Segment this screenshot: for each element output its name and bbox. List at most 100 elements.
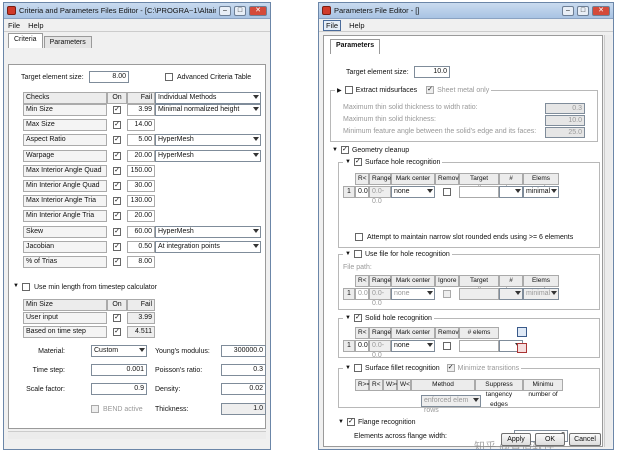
advanced-criteria-checkbox[interactable] <box>165 73 173 81</box>
mid-param-input[interactable]: 25.0 <box>545 127 585 138</box>
check-fail-input[interactable]: 20.00 <box>127 210 155 223</box>
target-size-input[interactable]: 8.00 <box>89 71 129 83</box>
maximize-button[interactable]: □ <box>234 5 246 16</box>
surface-hole-checkbox[interactable]: ✓ <box>353 158 362 166</box>
check-on-checkbox[interactable]: ✓ <box>113 106 121 114</box>
density-input[interactable]: 0.02 <box>221 383 266 395</box>
timestep-checkbox[interactable] <box>22 283 30 291</box>
check-method-select[interactable]: HyperMesh <box>155 134 261 147</box>
check-method-select[interactable]: Minimal normalized height <box>155 104 261 116</box>
check-fail-input[interactable]: 20.00 <box>127 149 155 162</box>
geometry-cleanup-checkbox[interactable]: ✓ <box>340 146 349 154</box>
check-on-checkbox[interactable]: ✓ <box>113 136 121 145</box>
ts-on-checkbox[interactable]: ✓ <box>113 328 121 336</box>
check-on-checkbox[interactable]: ✓ <box>113 121 121 130</box>
close-button[interactable]: ✕ <box>249 5 267 16</box>
youngs-input[interactable]: 300000.0 <box>221 345 266 357</box>
radius-input[interactable]: 0.0 <box>355 186 369 198</box>
ts-on-checkbox[interactable]: ✓ <box>113 314 121 322</box>
target-radius-input[interactable] <box>459 340 499 352</box>
minimize-button[interactable]: – <box>219 5 231 16</box>
remove-checkbox[interactable] <box>443 342 451 350</box>
check-fail-input[interactable]: 150.00 <box>127 164 155 177</box>
poisson-input[interactable]: 0.3 <box>221 364 266 376</box>
maximize-button[interactable]: □ <box>577 5 589 16</box>
check-on-checkbox[interactable]: ✓ <box>113 151 121 160</box>
thickness-input[interactable]: 1.0 <box>221 403 266 415</box>
collapse-arrow-icon[interactable]: ▼ <box>345 315 351 321</box>
collapse-arrow-icon[interactable]: ▼ <box>332 147 338 153</box>
vertical-scrollbar[interactable] <box>604 35 612 447</box>
mark-center-select[interactable]: none <box>391 288 435 300</box>
extract-checkbox[interactable] <box>344 86 353 94</box>
check-on-checkbox[interactable]: ✓ <box>113 182 121 190</box>
check-method-select[interactable]: At integration points <box>155 240 261 253</box>
target-radius-input[interactable] <box>459 186 499 198</box>
apply-button[interactable]: Apply <box>501 433 531 446</box>
check-method-select[interactable]: HyperMesh <box>155 149 261 162</box>
elems-mode-select[interactable]: minimal <box>523 288 559 300</box>
horizontal-scrollbar[interactable] <box>8 431 266 439</box>
check-fail-input[interactable]: 0.50 <box>127 240 155 253</box>
remove-checkbox[interactable] <box>443 290 451 298</box>
material-select[interactable]: Custom <box>91 345 147 357</box>
check-on-checkbox[interactable]: ✓ <box>113 166 121 175</box>
check-on-checkbox[interactable]: ✓ <box>113 258 121 266</box>
check-fail-input[interactable]: 30.00 <box>127 180 155 192</box>
menu-file[interactable]: File <box>323 19 342 31</box>
mid-param-input[interactable]: 10.0 <box>545 115 585 126</box>
elems-select[interactable] <box>499 288 523 300</box>
expand-arrow-icon[interactable]: ▶ <box>337 87 342 94</box>
file-hole-checkbox[interactable] <box>353 250 362 258</box>
tab-criteria[interactable]: Criteria <box>8 33 43 48</box>
check-fail-input[interactable]: 3.99 <box>127 104 155 116</box>
minimize-checkbox[interactable]: ✓ <box>446 364 455 372</box>
mid-param-input[interactable]: 0.3 <box>545 103 585 114</box>
mark-center-select[interactable]: none <box>391 340 435 352</box>
elems-select[interactable] <box>499 186 523 198</box>
check-fail-input[interactable]: 130.00 <box>127 195 155 208</box>
target-size-input[interactable]: 10.0 <box>414 66 450 78</box>
collapse-arrow-icon[interactable]: ▼ <box>345 159 351 165</box>
check-fail-input[interactable]: 14.00 <box>127 119 155 132</box>
check-on-checkbox[interactable]: ✓ <box>113 242 121 251</box>
mark-center-select[interactable]: none <box>391 186 435 198</box>
sheet-metal-checkbox[interactable]: ✓ <box>426 86 435 94</box>
delete-row-icon[interactable] <box>517 343 527 353</box>
solid-hole-checkbox[interactable]: ✓ <box>353 314 362 322</box>
remove-checkbox[interactable] <box>443 188 451 196</box>
radius-input[interactable]: 0.0 <box>355 340 369 352</box>
bend-checkbox[interactable] <box>91 405 99 413</box>
menu-help[interactable]: Help <box>349 21 364 30</box>
method-header-select[interactable]: Individual Methods <box>155 92 261 104</box>
cancel-button[interactable]: Cancel <box>569 433 601 446</box>
menu-help[interactable]: Help <box>28 21 43 30</box>
check-fail-input[interactable]: 8.00 <box>127 256 155 268</box>
radius-input[interactable]: 0.0 <box>355 288 369 300</box>
timestep-input[interactable]: 0.001 <box>91 364 147 376</box>
target-radius-input[interactable] <box>459 288 499 300</box>
fillet-checkbox[interactable] <box>353 364 362 372</box>
ok-button[interactable]: OK <box>535 433 565 446</box>
check-method-select[interactable]: HyperMesh <box>155 225 261 238</box>
close-button[interactable]: ✕ <box>592 5 610 16</box>
check-fail-input[interactable]: 60.00 <box>127 225 155 238</box>
collapse-arrow-icon[interactable]: ▼ <box>13 283 19 289</box>
check-fail-input[interactable]: 5.00 <box>127 134 155 147</box>
fillet-method-select[interactable]: enforced elem rows <box>421 395 481 414</box>
check-on-checkbox[interactable]: ✓ <box>113 227 121 236</box>
flange-checkbox[interactable]: ✓ <box>346 418 355 426</box>
menu-file[interactable]: File <box>8 21 20 30</box>
minimize-button[interactable]: – <box>562 5 574 16</box>
attempt-checkbox[interactable] <box>355 233 363 241</box>
collapse-arrow-icon[interactable]: ▼ <box>338 419 344 425</box>
elems-mode-select[interactable]: minimal <box>523 186 559 198</box>
check-on-checkbox[interactable]: ✓ <box>113 197 121 206</box>
scale-input[interactable]: 0.9 <box>91 383 147 395</box>
collapse-arrow-icon[interactable]: ▼ <box>345 251 351 257</box>
tab-parameters[interactable]: Parameters <box>330 39 381 54</box>
collapse-arrow-icon[interactable]: ▼ <box>345 365 351 371</box>
add-row-icon[interactable] <box>517 327 527 337</box>
tab-parameters[interactable]: Parameters <box>43 36 92 48</box>
check-on-checkbox[interactable]: ✓ <box>113 212 121 221</box>
